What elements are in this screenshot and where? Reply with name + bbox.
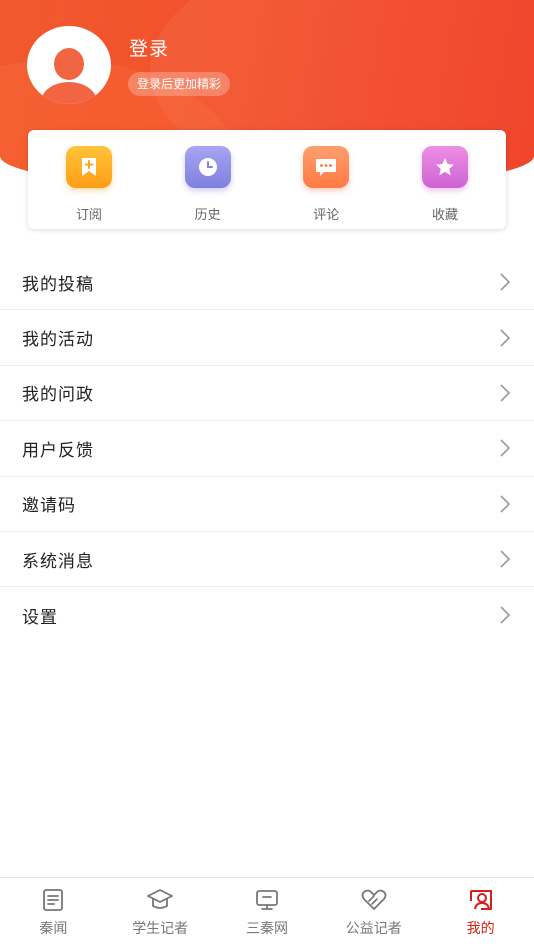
avatar[interactable]	[27, 26, 111, 104]
tab-sanqin-net[interactable]: 三秦网	[217, 886, 317, 950]
settings-menu: 我的投稿 我的活动 我的问政 用户反馈 邀请码 系统消息 设置	[0, 255, 534, 643]
chat-bubble-icon	[303, 146, 350, 188]
menu-item-system-messages[interactable]: 系统消息	[0, 532, 534, 588]
menu-item-label: 我的问政	[22, 385, 94, 406]
chevron-right-icon	[498, 328, 512, 348]
menu-item-label: 系统消息	[22, 551, 94, 572]
quick-action-label: 收藏	[431, 208, 458, 223]
quick-action-label: 评论	[313, 208, 340, 223]
graduation-cap-icon	[146, 886, 174, 914]
quick-actions-card: 订阅 历史 评论 收藏	[28, 130, 506, 229]
login-subtitle-badge[interactable]: 登录后更加精彩	[128, 72, 231, 96]
news-icon	[39, 886, 67, 914]
menu-item-my-inquiries[interactable]: 我的问政	[0, 366, 534, 422]
menu-item-my-activities[interactable]: 我的活动	[0, 310, 534, 366]
menu-item-label: 设置	[22, 607, 58, 628]
chevron-right-icon	[498, 605, 512, 625]
menu-item-settings[interactable]: 设置	[0, 587, 534, 642]
quick-action-favorite[interactable]: 收藏	[392, 130, 498, 229]
tab-student-reporter[interactable]: 学生记者	[110, 886, 210, 950]
quick-action-label: 历史	[194, 208, 221, 223]
tab-charity-reporter[interactable]: 公益记者	[324, 886, 424, 950]
tab-label: 我的	[466, 921, 495, 937]
avatar-head	[54, 48, 84, 80]
menu-item-my-submissions[interactable]: 我的投稿	[0, 255, 534, 311]
menu-item-label: 我的活动	[22, 330, 94, 351]
menu-item-label: 邀请码	[22, 496, 76, 517]
quick-action-comment[interactable]: 评论	[273, 130, 379, 229]
tab-label: 三秦网	[245, 921, 288, 937]
chevron-right-icon	[498, 494, 512, 514]
tab-label: 公益记者	[345, 921, 402, 937]
quick-action-subscribe[interactable]: 订阅	[36, 130, 142, 229]
tab-mine[interactable]: 我的	[431, 886, 531, 950]
quick-action-history[interactable]: 历史	[155, 130, 261, 229]
chevron-right-icon	[498, 438, 512, 458]
menu-item-invite-code[interactable]: 邀请码	[0, 477, 534, 532]
chevron-right-icon	[498, 272, 512, 292]
profile-icon	[467, 886, 495, 914]
login-link[interactable]: 登录	[129, 34, 169, 61]
heart-hands-icon	[360, 886, 388, 914]
menu-item-label: 用户反馈	[22, 440, 94, 461]
bottom-tab-bar: 秦闻 学生记者 三秦网 公益记者 我的	[0, 877, 534, 950]
menu-item-feedback[interactable]: 用户反馈	[0, 421, 534, 477]
avatar-body	[41, 82, 97, 104]
quick-action-label: 订阅	[75, 208, 102, 223]
chevron-right-icon	[498, 549, 512, 569]
menu-item-label: 我的投稿	[22, 274, 94, 295]
tab-label: 秦闻	[39, 921, 68, 937]
tab-label: 学生记者	[132, 921, 189, 937]
monitor-icon	[253, 886, 281, 914]
chevron-right-icon	[498, 383, 512, 403]
clock-icon	[184, 146, 231, 188]
bookmark-plus-icon	[66, 146, 112, 188]
star-icon	[421, 146, 468, 188]
tab-news[interactable]: 秦闻	[3, 886, 103, 950]
